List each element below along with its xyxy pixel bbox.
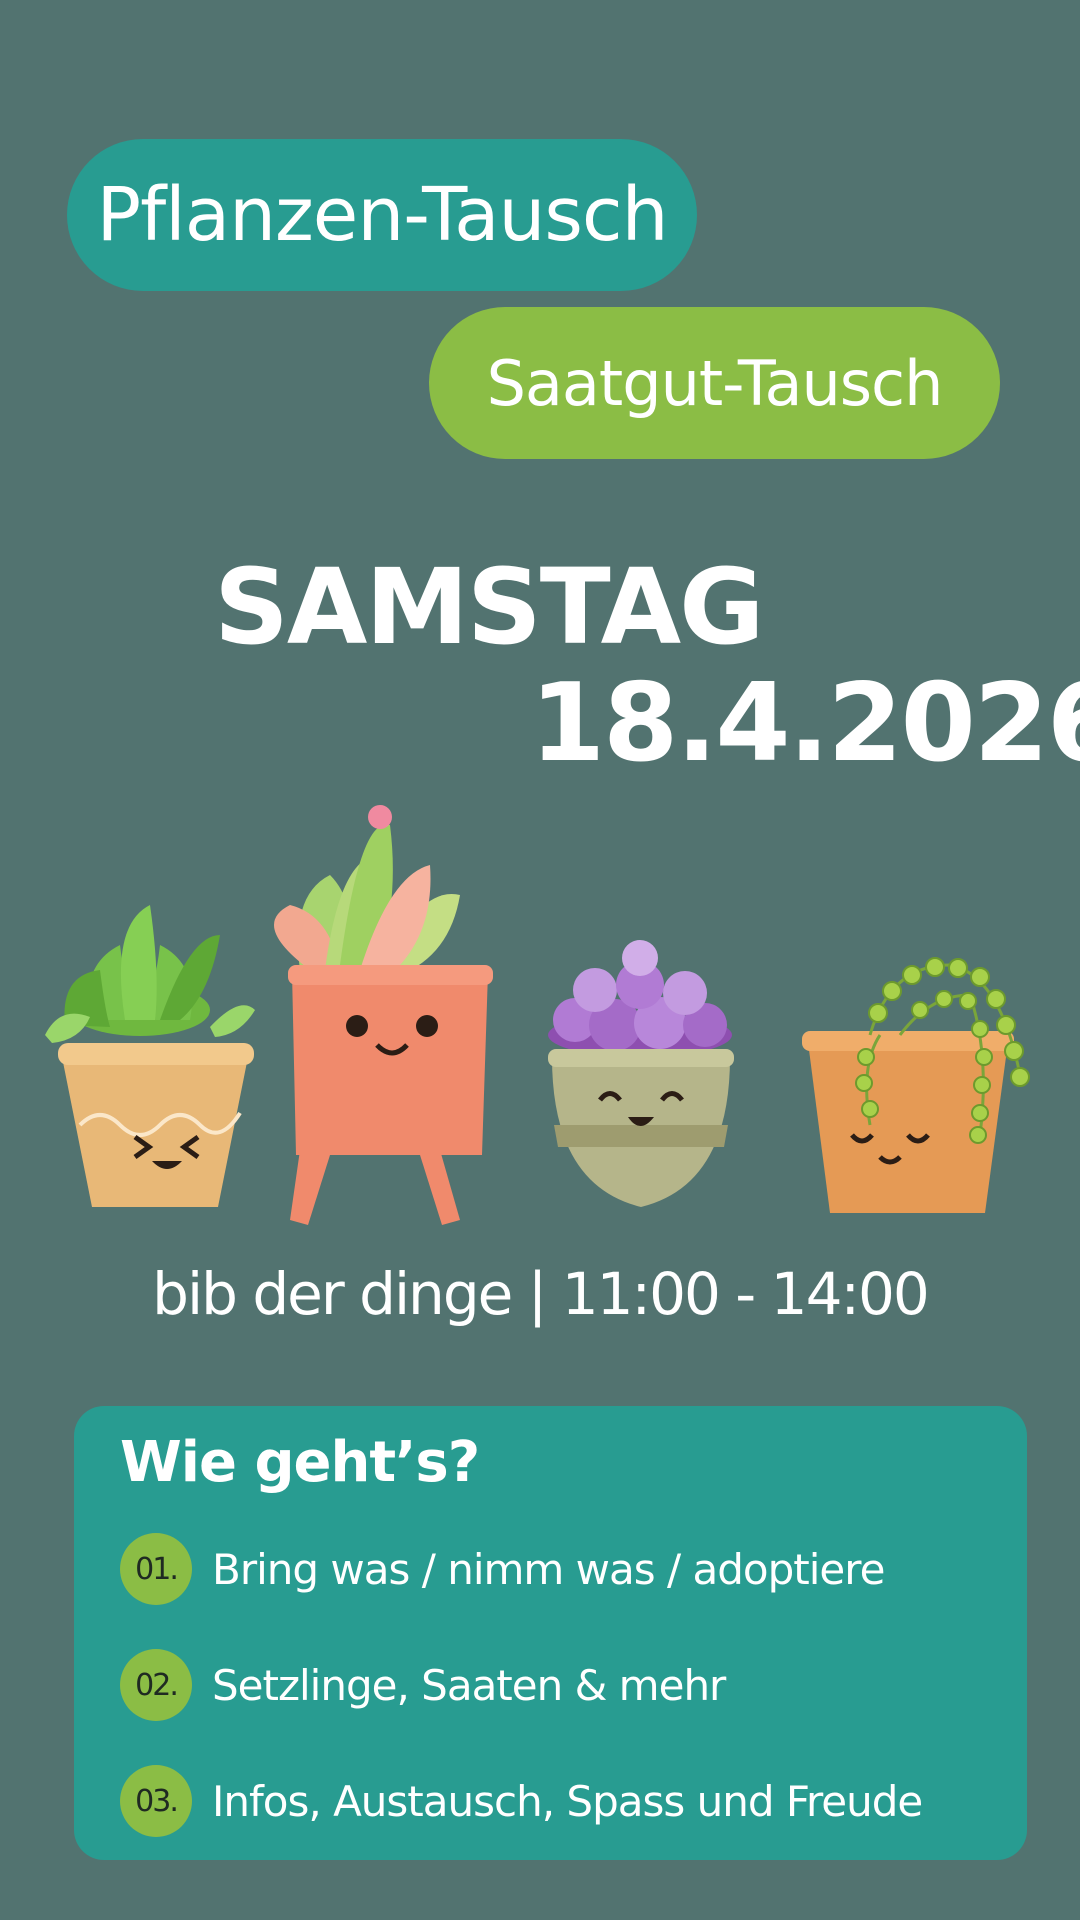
seed-swap-label: Saatgut-Tausch (486, 346, 944, 420)
potted-plants-illustration (45, 805, 1030, 1225)
green-succulent-pot (45, 905, 255, 1207)
step-text: Setzlinge, Saaten & mehr (212, 1660, 726, 1710)
step-3: 03. Infos, Austausch, Spass und Freude (120, 1765, 923, 1837)
step-number-badge: 01. (120, 1533, 192, 1605)
step-number-badge: 02. (120, 1649, 192, 1721)
event-day: SAMSTAG (214, 546, 765, 668)
step-1: 01. Bring was / nimm was / adoptiere (120, 1533, 885, 1605)
plant-swap-tag: Pflanzen-Tausch (67, 139, 697, 291)
pink-succulent-pot (274, 805, 493, 1225)
step-text: Infos, Austausch, Spass und Freude (212, 1776, 923, 1826)
plant-swap-label: Pflanzen-Tausch (96, 172, 668, 258)
purple-succulent-pot (548, 940, 734, 1207)
seed-swap-tag: Saatgut-Tausch (429, 307, 1000, 459)
venue-and-time: bib der dinge | 11:00 - 14:00 (152, 1260, 930, 1328)
step-text: Bring was / nimm was / adoptiere (212, 1544, 885, 1594)
step-number-badge: 03. (120, 1765, 192, 1837)
step-2: 02. Setzlinge, Saaten & mehr (120, 1649, 726, 1721)
how-it-works-title: Wie geht’s? (120, 1430, 480, 1495)
string-of-pearls-pot (802, 957, 1030, 1213)
how-it-works-card: Wie geht’s? 01. Bring was / nimm was / a… (74, 1406, 1027, 1860)
event-date: 18.4.2026 (530, 661, 1080, 786)
